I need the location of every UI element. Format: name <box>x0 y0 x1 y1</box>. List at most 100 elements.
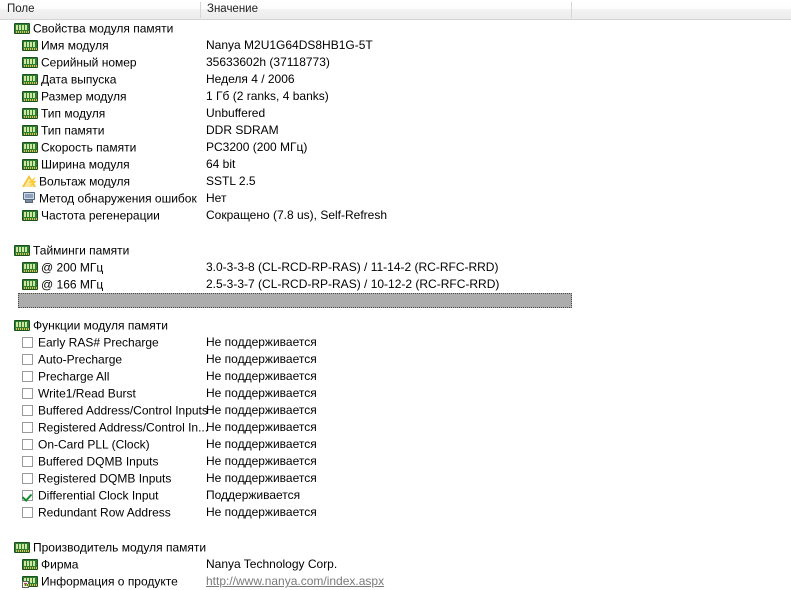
row-label: Информация о продукте <box>0 573 178 590</box>
row-value: 64 bit <box>206 157 236 171</box>
row-label: Registered Address/Control In... <box>0 419 208 436</box>
row-label: ⚡ Вольтаж модуля <box>0 173 130 190</box>
group-header-module-features[interactable]: Функции модуля памяти <box>0 317 791 334</box>
table-row[interactable]: Differential Clock Input Поддерживается <box>0 487 791 504</box>
group-header-memory-timings[interactable]: Тайминги памяти <box>0 242 791 259</box>
row-label: Скорость памяти <box>0 139 136 156</box>
row-label: Write1/Read Burst <box>0 385 136 402</box>
row-label: Precharge All <box>0 368 109 385</box>
row-value: SSTL 2.5 <box>206 174 256 188</box>
table-row[interactable]: Дата выпуска Неделя 4 / 2006 <box>0 71 791 88</box>
row-value: Не поддерживается <box>206 335 317 349</box>
voltage-warning-icon: ⚡ <box>22 175 38 187</box>
row-value: Nanya M2U1G64DS8HB1G-5T <box>206 38 373 52</box>
row-label: Early RAS# Precharge <box>0 334 159 351</box>
table-row[interactable]: Фирма Nanya Technology Corp. <box>0 556 791 573</box>
row-label: Метод обнаружения ошибок <box>0 190 197 207</box>
feature-checkbox[interactable] <box>22 507 33 518</box>
monitor-icon <box>22 192 36 204</box>
group-label: Тайминги памяти <box>0 242 129 259</box>
ram-icon <box>22 40 38 51</box>
ram-icon <box>22 559 38 570</box>
row-value: Не поддерживается <box>206 386 317 400</box>
feature-checkbox[interactable] <box>22 354 33 365</box>
ram-icon <box>22 210 38 221</box>
table-row[interactable]: Частота регенерации Сокращено (7.8 us), … <box>0 207 791 224</box>
row-value: Не поддерживается <box>206 505 317 519</box>
row-value: Сокращено (7.8 us), Self-Refresh <box>206 208 388 222</box>
ram-icon <box>22 262 38 273</box>
product-info-link[interactable]: http://www.nanya.com/index.aspx <box>206 573 384 590</box>
row-label: @ 200 МГц <box>0 259 103 276</box>
table-row[interactable]: Метод обнаружения ошибок Нет <box>0 190 791 207</box>
table-row[interactable]: Auto-Precharge Не поддерживается <box>0 351 791 368</box>
group-header-module-manufacturer[interactable]: Производитель модуля памяти <box>0 539 791 556</box>
group-header-module-properties[interactable]: Свойства модуля памяти <box>0 20 791 37</box>
ram-icon <box>14 245 30 256</box>
row-label: Buffered DQMB Inputs <box>0 453 159 470</box>
table-row[interactable]: Write1/Read Burst Не поддерживается <box>0 385 791 402</box>
feature-checkbox[interactable] <box>22 439 33 450</box>
table-row[interactable]: Серийный номер 35633602h (37118773) <box>0 54 791 71</box>
feature-checkbox[interactable] <box>22 371 33 382</box>
table-row[interactable]: @ 166 МГц 2.5-3-3-7 (CL-RCD-RP-RAS) / 10… <box>0 276 791 293</box>
feature-checkbox[interactable] <box>22 473 33 484</box>
row-value: DDR SDRAM <box>206 123 279 137</box>
ram-icon <box>22 108 38 119</box>
table-row[interactable]: On-Card PLL (Clock) Не поддерживается <box>0 436 791 453</box>
table-row[interactable]: Registered DQMB Inputs Не поддерживается <box>0 470 791 487</box>
column-header-extra[interactable] <box>571 0 791 19</box>
row-label: Buffered Address/Control Inputs <box>0 402 208 419</box>
table-row[interactable]: Precharge All Не поддерживается <box>0 368 791 385</box>
column-header-value[interactable]: Значение <box>200 0 571 19</box>
table-row[interactable]: Имя модуля Nanya M2U1G64DS8HB1G-5T <box>0 37 791 54</box>
column-header-field[interactable]: Поле <box>0 0 200 19</box>
selected-empty-row[interactable] <box>0 293 791 310</box>
table-row[interactable]: Размер модуля 1 Гб (2 ranks, 4 banks) <box>0 88 791 105</box>
feature-checkbox[interactable] <box>22 422 33 433</box>
table-row[interactable]: Ширина модуля 64 bit <box>0 156 791 173</box>
feature-checkbox[interactable] <box>22 405 33 416</box>
ram-icon <box>22 159 38 170</box>
row-label: Фирма <box>0 556 78 573</box>
spd-tree-view[interactable]: Свойства модуля памяти Имя модуля Nanya … <box>0 20 791 590</box>
row-value: 35633602h (37118773) <box>206 55 330 69</box>
row-value: 1 Гб (2 ranks, 4 banks) <box>206 89 329 103</box>
feature-checkbox[interactable] <box>22 388 33 399</box>
row-value: Неделя 4 / 2006 <box>206 72 295 86</box>
ram-icon <box>22 91 38 102</box>
ram-product-info-icon <box>22 576 38 588</box>
table-row[interactable]: Early RAS# Precharge Не поддерживается <box>0 334 791 351</box>
selection-highlight[interactable] <box>18 293 572 308</box>
table-row[interactable]: Тип модуля Unbuffered <box>0 105 791 122</box>
row-label: Redundant Row Address <box>0 504 171 521</box>
row-value: Не поддерживается <box>206 403 317 417</box>
table-row[interactable]: ⚡ Вольтаж модуля SSTL 2.5 <box>0 173 791 190</box>
table-row[interactable]: @ 200 МГц 3.0-3-3-8 (CL-RCD-RP-RAS) / 11… <box>0 259 791 276</box>
row-value: Нет <box>206 191 227 205</box>
row-label: On-Card PLL (Clock) <box>0 436 150 453</box>
row-value: Поддерживается <box>206 488 301 502</box>
ram-icon <box>22 142 38 153</box>
row-label: Размер модуля <box>0 88 126 105</box>
feature-checkbox[interactable] <box>22 337 33 348</box>
row-label: Ширина модуля <box>0 156 130 173</box>
table-row[interactable]: Тип памяти DDR SDRAM <box>0 122 791 139</box>
row-value: Не поддерживается <box>206 369 317 383</box>
group-label: Производитель модуля памяти <box>0 539 206 556</box>
table-row[interactable]: Registered Address/Control In... Не подд… <box>0 419 791 436</box>
feature-checkbox[interactable] <box>22 456 33 467</box>
table-row[interactable]: Скорость памяти PC3200 (200 МГц) <box>0 139 791 156</box>
table-row[interactable]: Buffered DQMB Inputs Не поддерживается <box>0 453 791 470</box>
row-label: Тип модуля <box>0 105 105 122</box>
row-value: Не поддерживается <box>206 471 317 485</box>
table-row[interactable]: Redundant Row Address Не поддерживается <box>0 504 791 521</box>
table-row[interactable]: Информация о продукте http://www.nanya.c… <box>0 573 791 590</box>
feature-checkbox-checked[interactable] <box>22 490 33 501</box>
row-label: Differential Clock Input <box>0 487 159 504</box>
row-label: Частота регенерации <box>0 207 160 224</box>
table-row[interactable]: Buffered Address/Control Inputs Не подде… <box>0 402 791 419</box>
